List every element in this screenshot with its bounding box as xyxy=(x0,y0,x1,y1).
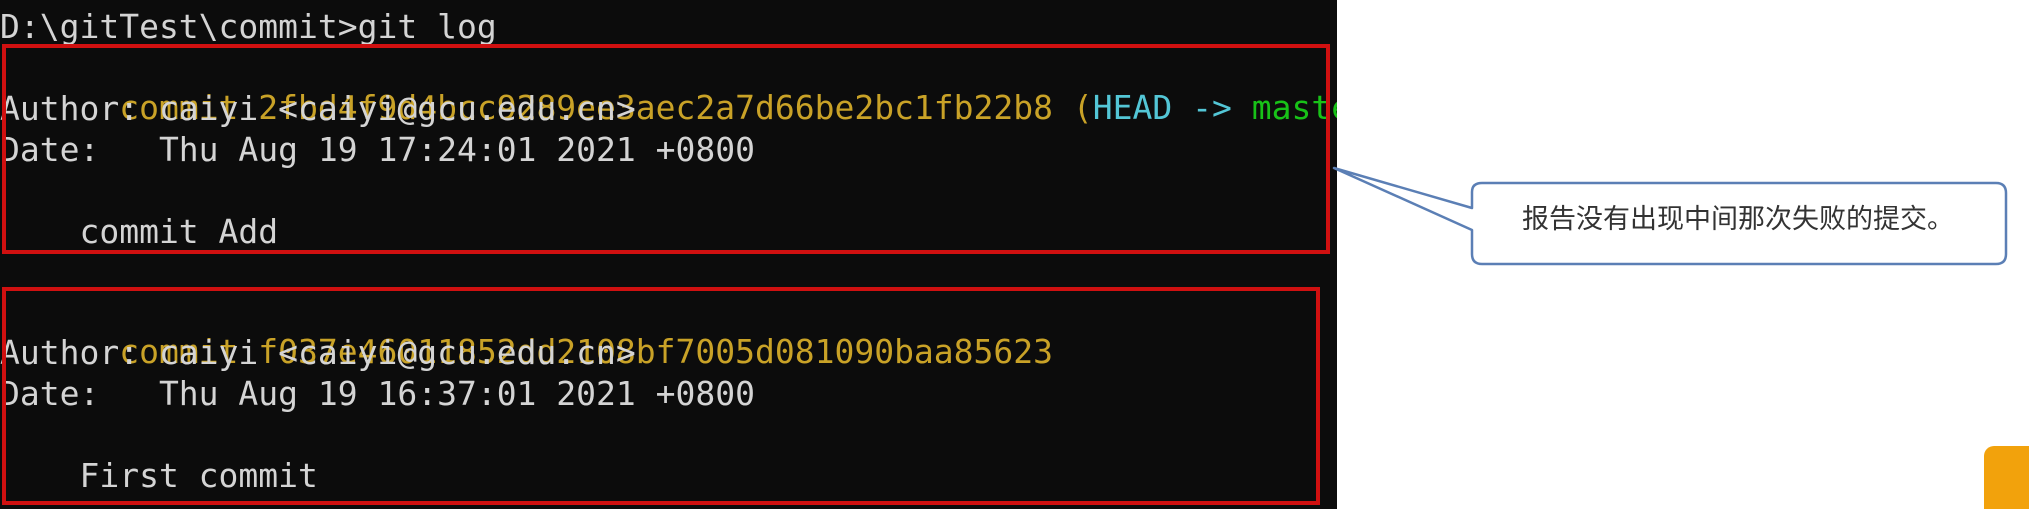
highlight-box-commit-2 xyxy=(2,287,1320,505)
highlight-box-commit-1 xyxy=(2,44,1330,254)
callout-text: 报告没有出现中间那次失败的提交。 xyxy=(1522,204,1954,235)
prompt-line: D:\gitTest\commit>git log xyxy=(0,7,497,46)
screenshot-page: D:\gitTest\commit>git log commit 2fbd4f9… xyxy=(0,0,2029,509)
orange-corner-tab xyxy=(1984,446,2029,509)
terminal-window[interactable]: D:\gitTest\commit>git log commit 2fbd4f9… xyxy=(0,0,1337,509)
